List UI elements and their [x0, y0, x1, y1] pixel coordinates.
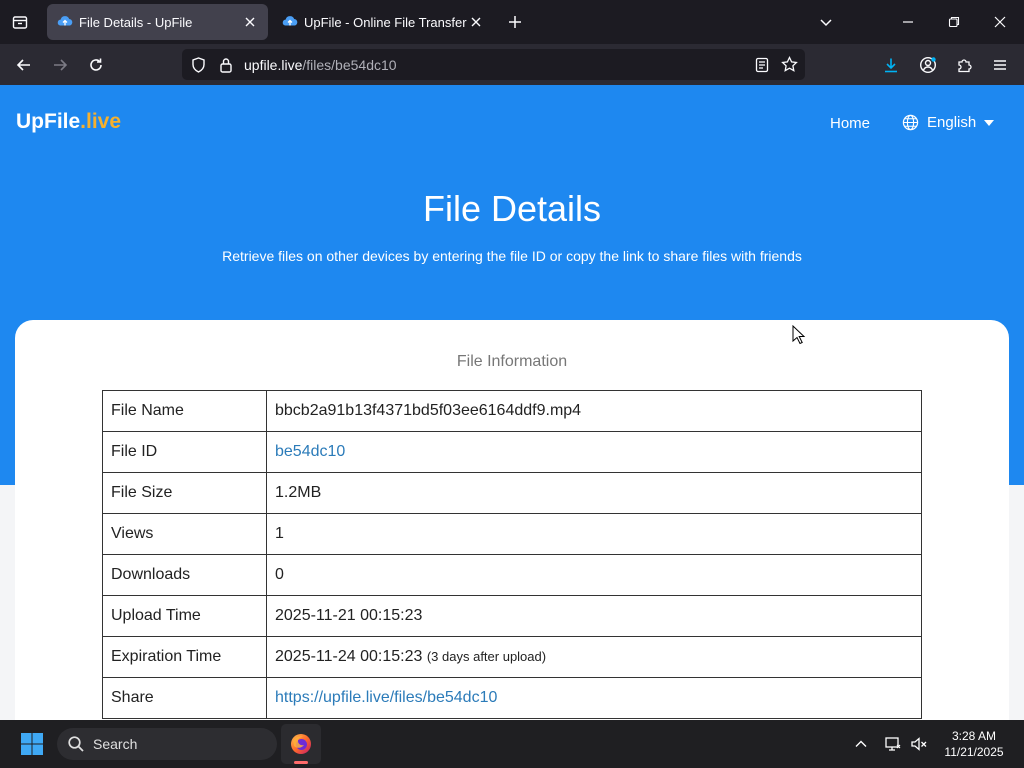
close-tab-icon[interactable]: [468, 14, 484, 30]
file-id-link[interactable]: be54dc10: [275, 443, 345, 460]
shield-icon[interactable]: [190, 56, 207, 73]
page-title: File Details: [422, 188, 602, 229]
search-icon: [68, 736, 84, 752]
tab-file-details[interactable]: File Details - UpFile: [47, 4, 268, 40]
table-row: Upload Time 2025-11-21 00:15:23: [102, 595, 922, 637]
search-placeholder: Search: [93, 736, 138, 752]
url-path: /files/be54dc10: [302, 57, 397, 73]
table-row: File Name bbcb2a91b13f4371bd5f03ee6164dd…: [102, 390, 922, 432]
mouse-cursor-icon: [792, 325, 806, 345]
row-label: Upload Time: [102, 595, 267, 637]
system-clock[interactable]: 3:28 AM 11/21/2025: [938, 728, 1010, 760]
account-icon[interactable]: [915, 52, 941, 78]
network-icon[interactable]: [883, 734, 903, 754]
address-bar[interactable]: upfile.live/files/be54dc10: [182, 49, 805, 80]
share-link[interactable]: https://upfile.live/files/be54dc10: [275, 689, 497, 706]
expiration-time-cell: 2025-11-24 00:15:23 (3 days after upload…: [266, 636, 922, 678]
chevron-up-icon[interactable]: [851, 734, 871, 754]
table-row: File ID be54dc10: [102, 431, 922, 473]
logo-main: UpFile: [16, 110, 81, 133]
os-taskbar: Search 3:28 AM 11/21/2025: [0, 720, 1024, 768]
row-label: File Name: [102, 390, 267, 432]
restore-icon[interactable]: [938, 6, 970, 38]
nav-home-link[interactable]: Home: [830, 115, 870, 132]
downloads-value: 0: [266, 554, 922, 596]
bookmark-star-icon[interactable]: [781, 56, 798, 73]
new-tab-icon[interactable]: [503, 10, 527, 34]
upload-time-value: 2025-11-21 00:15:23: [266, 595, 922, 637]
row-label: Share: [102, 677, 267, 719]
views-value: 1: [266, 513, 922, 555]
expiration-note: (3 days after upload): [426, 649, 547, 664]
globe-icon: [902, 114, 919, 131]
firefox-taskbar-button[interactable]: [281, 724, 321, 764]
reload-icon[interactable]: [83, 52, 109, 78]
language-selector[interactable]: English: [902, 114, 995, 131]
file-name-value: bbcb2a91b13f4371bd5f03ee6164ddf9.mp4: [266, 390, 922, 432]
all-tabs-icon[interactable]: [8, 10, 32, 34]
upfile-favicon-icon: [282, 16, 298, 26]
tab-title: File Details - UpFile: [79, 14, 193, 30]
lock-icon[interactable]: [217, 56, 234, 73]
row-label: Views: [102, 513, 267, 555]
caret-down-icon: [984, 119, 995, 126]
language-label: English: [927, 114, 977, 131]
clock-date: 11/21/2025: [944, 745, 1004, 759]
file-info-table: File Name bbcb2a91b13f4371bd5f03ee6164dd…: [102, 390, 922, 719]
browser-toolbar: upfile.live/files/be54dc10: [0, 44, 1024, 85]
table-row: Views 1: [102, 513, 922, 555]
row-label: File ID: [102, 431, 267, 473]
file-size-value: 1.2MB: [266, 472, 922, 514]
row-label: File Size: [102, 472, 267, 514]
table-row: File Size 1.2MB: [102, 472, 922, 514]
taskbar-search[interactable]: Search: [57, 728, 277, 760]
active-app-indicator: [294, 761, 308, 764]
clock-time: 3:28 AM: [951, 729, 997, 743]
table-row: Downloads 0: [102, 554, 922, 596]
row-label: Expiration Time: [102, 636, 267, 678]
chevron-down-icon[interactable]: [814, 10, 838, 34]
file-id-cell: be54dc10: [266, 431, 922, 473]
expiration-time-value: 2025-11-24 00:15:23: [275, 648, 423, 665]
browser-tab-bar: File Details - UpFile UpFile - Online Fi…: [0, 0, 1024, 44]
share-cell: https://upfile.live/files/be54dc10: [266, 677, 922, 719]
url-host: upfile.live: [244, 57, 303, 73]
back-arrow-icon[interactable]: [11, 52, 37, 78]
upfile-favicon-icon: [57, 16, 73, 26]
table-row: Expiration Time 2025-11-24 00:15:23 (3 d…: [102, 636, 922, 678]
page-subtitle: Retrieve files on other devices by enter…: [222, 248, 802, 264]
menu-hamburger-icon[interactable]: [987, 52, 1013, 78]
url-text[interactable]: upfile.live/files/be54dc10: [244, 57, 397, 73]
tab-title: UpFile - Online File Transfer: [304, 14, 467, 30]
extensions-icon[interactable]: [951, 52, 977, 78]
logo-accent: .live: [80, 110, 122, 133]
card-title: File Information: [456, 353, 568, 370]
close-window-icon[interactable]: [984, 6, 1016, 38]
download-icon[interactable]: [878, 52, 904, 78]
windows-start-icon[interactable]: [20, 732, 44, 756]
firefox-icon: [291, 734, 311, 754]
table-row: Share https://upfile.live/files/be54dc10: [102, 677, 922, 719]
minimize-icon[interactable]: [892, 6, 924, 38]
forward-arrow-icon[interactable]: [47, 52, 73, 78]
web-page: UpFile.live Home English File Details Re…: [0, 85, 1024, 720]
volume-muted-icon[interactable]: [909, 734, 929, 754]
row-label: Downloads: [102, 554, 267, 596]
tab-upfile-online[interactable]: UpFile - Online File Transfer: [272, 4, 494, 40]
site-logo[interactable]: UpFile.live: [16, 110, 121, 134]
reader-view-icon[interactable]: [753, 56, 770, 73]
file-info-card: File Information File Name bbcb2a91b13f4…: [15, 320, 1009, 720]
close-tab-icon[interactable]: [242, 14, 258, 30]
